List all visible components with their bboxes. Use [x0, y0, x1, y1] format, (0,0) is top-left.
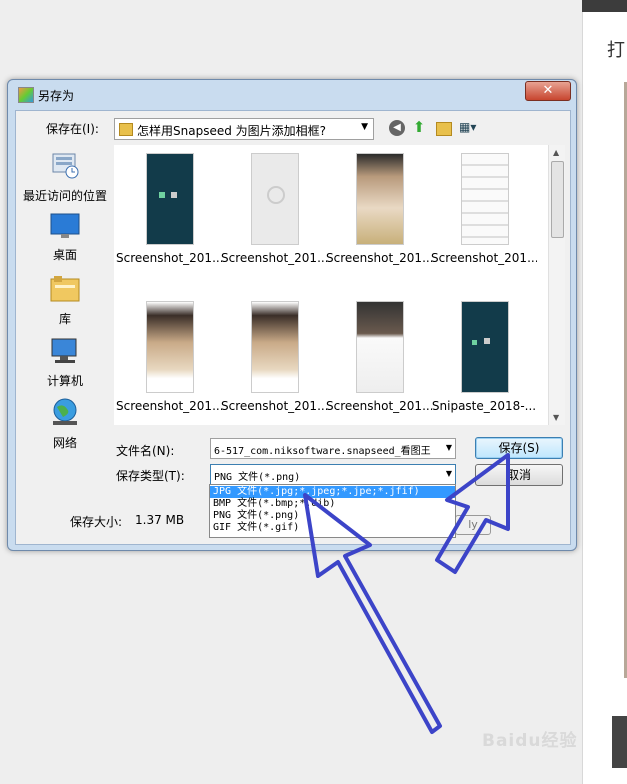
file-thumbnail [251, 301, 299, 393]
file-thumbnail [356, 301, 404, 393]
file-thumbnail [146, 301, 194, 393]
desktop-icon [50, 213, 80, 238]
up-folder-icon[interactable]: ⬆ [411, 119, 427, 136]
file-thumbnail [461, 153, 509, 245]
place-network[interactable]: 网络 [17, 397, 113, 451]
save-in-label: 保存在(I): [46, 122, 99, 136]
filename-label: 文件名(N): [116, 444, 175, 458]
place-label: 最近访问的位置 [22, 189, 107, 203]
computer-icon [51, 338, 77, 363]
file-name: Screenshot_201... [221, 251, 327, 265]
baidu-watermark: Baidu经验 [482, 731, 578, 751]
filetype-value: PNG 文件(*.png) [214, 472, 301, 483]
background-page [582, 0, 627, 784]
filetype-select[interactable]: PNG 文件(*.png) ▼ [210, 464, 456, 485]
chevron-down-icon[interactable]: ▼ [446, 443, 452, 452]
dialog-titlebar[interactable]: 另存为 ✕ [8, 80, 576, 106]
scroll-up-icon[interactable]: ▲ [553, 148, 559, 157]
file-thumbnail [461, 301, 509, 393]
filetype-label: 保存类型(T): [116, 469, 185, 483]
place-library[interactable]: 库 [17, 275, 113, 327]
place-label: 网络 [52, 436, 77, 450]
place-label: 库 [58, 312, 71, 326]
place-desktop[interactable]: 桌面 [17, 213, 113, 263]
options-button[interactable]: ly [455, 515, 491, 535]
filetype-dropdown-list[interactable]: JPG 文件(*.jpg;*.jpeg;*.jpe;*.jfif) BMP 文件… [209, 484, 456, 538]
place-recent[interactable]: 最近访问的位置 [17, 150, 113, 204]
chevron-down-icon[interactable]: ▼ [446, 469, 452, 478]
filetype-option-png[interactable]: PNG 文件(*.png) [210, 510, 455, 522]
save-size-label: 保存大小: [70, 515, 123, 529]
file-thumbnail [356, 153, 404, 245]
close-button[interactable]: ✕ [525, 81, 571, 101]
current-folder: 怎样用Snapseed 为图片添加相框? [137, 124, 327, 138]
library-icon [50, 276, 80, 302]
file-thumbnail [146, 153, 194, 245]
recent-places-icon [52, 153, 79, 179]
new-folder-icon[interactable] [436, 122, 452, 136]
file-name: Snipaste_2018-... [431, 399, 537, 413]
place-computer[interactable]: 计算机 [17, 337, 113, 389]
scrollbar-thumb[interactable] [551, 161, 564, 238]
file-list-scrollbar[interactable]: ▲ ▼ [548, 145, 565, 425]
scroll-down-icon[interactable]: ▼ [553, 413, 559, 422]
filename-input[interactable]: 6-517_com.niksoftware.snapseed_看图王 ▼ [210, 438, 456, 459]
background-topbar [582, 0, 627, 12]
filetype-option-gif[interactable]: GIF 文件(*.gif) [210, 522, 455, 534]
filename-value: 6-517_com.niksoftware.snapseed_看图王 [214, 446, 431, 457]
file-thumbnail [251, 153, 299, 245]
save-size-value: 1.37 MB [135, 513, 185, 527]
filetype-option-bmp[interactable]: BMP 文件(*.bmp;*.dib) [210, 498, 455, 510]
app-icon [18, 87, 34, 103]
folder-icon [119, 123, 133, 136]
place-label: 桌面 [52, 248, 77, 262]
background-thumbnail [612, 716, 627, 768]
view-menu-icon[interactable]: ▦▾ [459, 120, 483, 136]
back-icon[interactable]: ◀ [389, 120, 405, 136]
place-label: 计算机 [46, 374, 83, 388]
file-list[interactable]: Screenshot_201... Screenshot_201... Scre… [114, 145, 560, 425]
file-name: Screenshot_201... [221, 399, 327, 413]
save-in-dropdown[interactable]: 怎样用Snapseed 为图片添加相框? ▼ [114, 118, 374, 140]
file-name: Screenshot_201... [326, 251, 432, 265]
file-name: Screenshot_201... [431, 251, 537, 265]
background-heading-char: 打 [607, 40, 625, 61]
file-name: Screenshot_201... [326, 399, 432, 413]
filetype-option-jpg[interactable]: JPG 文件(*.jpg;*.jpeg;*.jpe;*.jfif) [210, 486, 455, 498]
network-globe-icon [53, 398, 77, 425]
chevron-down-icon: ▼ [361, 122, 368, 132]
file-name: Screenshot_201... [116, 251, 222, 265]
dialog-title: 另存为 [38, 89, 75, 103]
file-name: Screenshot_201... [116, 399, 222, 413]
save-button[interactable]: 保存(S) [475, 437, 563, 459]
cancel-button[interactable]: 取消 [475, 464, 563, 486]
